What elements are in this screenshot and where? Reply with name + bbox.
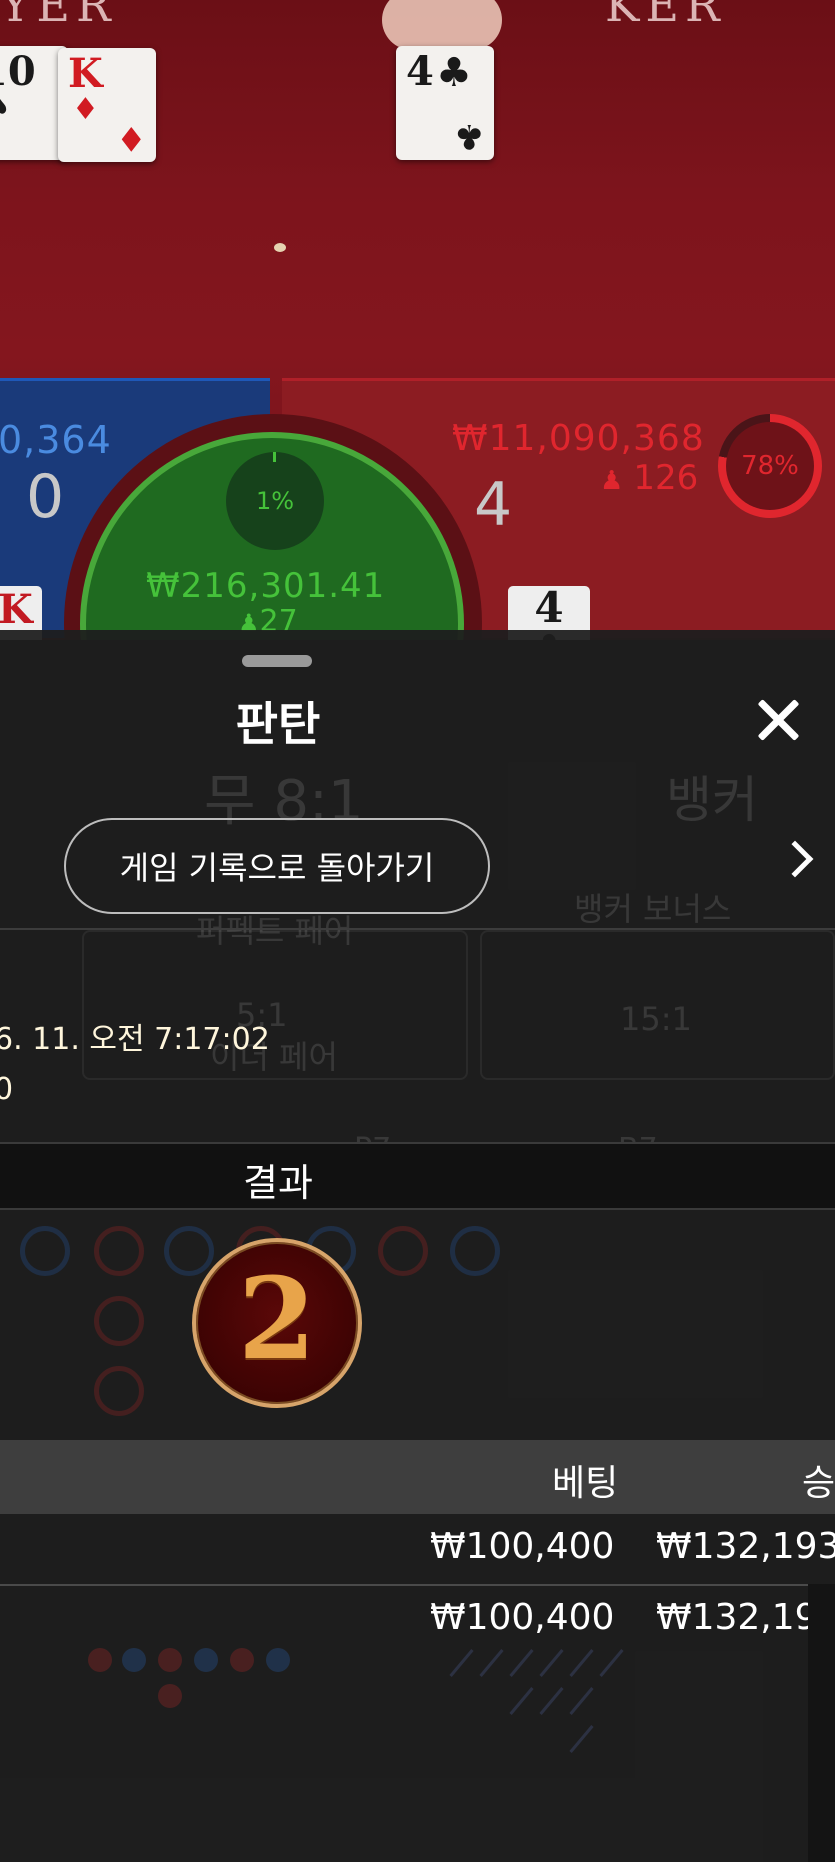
tie-percent: 1% [226,452,324,550]
player-side-label: YER [0,0,117,32]
round-datetime: 6. 11. 오전 7:17:02 [0,1022,270,1057]
sheet-title: 판탄 [235,697,321,751]
player-score: 0 [26,462,65,532]
bead-marker [88,1648,112,1672]
bet-table-header [0,1440,835,1514]
round-id: 0 [0,1072,14,1107]
chip-marker [274,243,286,252]
edge-shadow [808,1584,835,1862]
banker-player-count: ♟ 126 [600,458,699,498]
close-icon[interactable] [748,690,808,750]
divider [0,928,835,930]
ghost-banker-label: 뱅커 [666,771,758,829]
row-win-amount: ₩132,193 [656,1526,835,1567]
ghost-banker-bonus: 뱅커 보너스 [574,890,732,928]
banker-card-1: 4 ♣ ♣ [396,46,494,160]
road-marker [94,1226,144,1276]
bead-marker [194,1648,218,1672]
road-marker [20,1226,70,1276]
column-header-bet: 베팅 [552,1463,619,1504]
row-bet-amount: ₩100,400 [430,1526,615,1567]
dealer-hand [382,0,502,50]
ghost-bonus-odds: 15:1 [620,1000,692,1038]
player-card-2: K ♦ ♦ [58,48,156,162]
banker-percent-gauge: 78% [718,414,822,518]
bead-marker [122,1648,146,1672]
road-marker [378,1226,428,1276]
road-marker [94,1296,144,1346]
bead-marker [230,1648,254,1672]
bead-marker [158,1648,182,1672]
result-value: 2 [238,1254,316,1385]
back-to-history-button[interactable]: 게임 기록으로 돌아가기 [64,818,490,914]
player-total-amount: 0,364 [0,418,112,462]
column-header-win: 승 [802,1463,835,1504]
tie-total-amount: ₩216,301.41 [146,566,386,606]
total-bet-amount: ₩100,400 [430,1597,615,1638]
person-icon: ♟ [600,466,624,496]
bead-marker [266,1648,290,1672]
road-marker [450,1226,500,1276]
game-table: YER KER 10 ♠ K ♦ ♦ 4 ♣ ♣ 0,364 0 ₩11,090… [0,0,835,640]
result-label: 결과 [243,1161,313,1205]
bead-marker [158,1684,182,1708]
row-divider [0,1584,835,1586]
road-marker [94,1366,144,1416]
banker-side-label: KER [605,0,726,32]
banker-percent: 78% [726,422,814,510]
banker-score: 4 [474,470,513,540]
sheet-drag-handle[interactable] [242,655,312,667]
banker-total-amount: ₩11,090,368 [452,418,705,459]
